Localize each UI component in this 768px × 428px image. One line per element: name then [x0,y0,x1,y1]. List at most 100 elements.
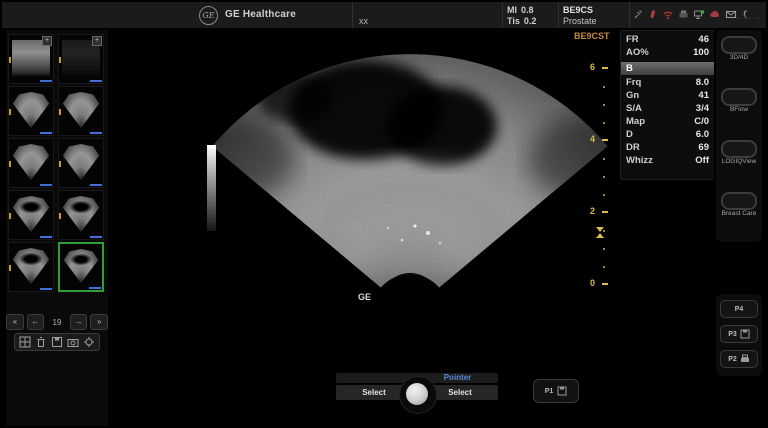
depth-tick [602,139,608,141]
printer-icon [740,354,750,364]
depth-minor-tick [603,86,605,88]
status-icon-bar [632,9,750,20]
3d4d-button[interactable] [721,36,757,54]
thumb-marker [9,109,11,115]
logiqview-label: LOGIQView [716,158,762,165]
ao-label: AO% [626,46,649,59]
focus-position-marker [596,227,604,238]
thumb-marker [9,213,11,219]
depth-tick [602,283,608,285]
trash-icon[interactable] [35,336,47,348]
thumb-progress-mark [90,184,102,186]
p4-key[interactable]: P4 [720,300,758,318]
param-row-fr: FR 46 [621,33,714,46]
thumbnail[interactable] [58,86,104,136]
thumbnail[interactable] [8,86,54,136]
thumbnail-grid: + + [8,34,106,292]
ge-logo-icon: GE [199,6,218,25]
anechoic-region [257,74,333,122]
probe-name[interactable]: BE9CS [563,5,597,16]
thumbnail[interactable] [8,242,54,292]
param-row: D 6.0 [621,128,714,141]
save-icon[interactable] [51,336,63,348]
depth-tick [602,211,608,213]
param-value: 8.0 [696,76,709,89]
thumb-marker [59,57,61,63]
clipboard-toolbar [14,333,100,351]
tis-value: 0.2 [524,16,537,27]
trackball[interactable] [399,376,437,414]
param-value: 3/4 [696,102,709,115]
last-page-button[interactable]: » [90,314,108,330]
focus-marker-bottom [596,233,604,238]
param-row: Frq 8.0 [621,76,714,89]
thumbnail-image [12,144,50,180]
param-value: C/0 [694,115,709,128]
ultrasound-console-screen: GE GE Healthcare xx MI0.8 Tis0.2 BE9CS P… [0,0,768,428]
logiqview-button[interactable] [721,140,757,158]
trackball-ball[interactable] [406,383,428,405]
bflow-button[interactable] [721,88,757,106]
thumbnail[interactable]: + [58,34,104,84]
param-row: S/A 3/4 [621,102,714,115]
patient-name-field[interactable]: xx [359,16,368,26]
first-page-button[interactable]: « [6,314,24,330]
p3-key[interactable]: P3 [720,325,758,343]
thumbnail-image [12,92,50,128]
probe-preset-block[interactable]: BE9CS Prostate [563,5,597,27]
3d4d-label: 3D/4D [716,54,762,61]
thumb-marker [9,57,11,63]
tis-label: Tis [507,16,520,27]
thumb-progress-mark [40,132,52,134]
thumbnail[interactable] [58,190,104,240]
depth-minor-tick [603,176,605,178]
fr-value: 46 [698,33,709,46]
thumbnail-image [62,144,100,180]
grayscale-bar [207,145,216,231]
thumbnail[interactable] [8,190,54,240]
param-label: Map [626,115,645,128]
thumb-marker [59,161,61,167]
p1-key[interactable]: P1 [533,379,579,403]
p4-label: P4 [735,306,744,313]
param-label: Gn [626,89,639,102]
plug-icon [632,9,643,20]
plus-badge-icon[interactable]: + [92,36,102,46]
mode-header-row[interactable]: B [621,62,714,75]
thumbnail[interactable] [58,138,104,188]
p2-key[interactable]: P2 [720,350,758,368]
depth-tick-label: 4 [582,134,595,144]
grid-icon[interactable] [19,336,31,348]
depth-minor-tick [603,194,605,196]
clipboard-sidebar: + + « ← 19 → » [6,30,108,426]
thumbnail[interactable] [8,138,54,188]
ultrasound-image[interactable]: GE [110,28,620,428]
param-row: Whizz Off [621,154,714,167]
topbar-divider [629,2,630,28]
camera-icon[interactable] [67,336,79,348]
thumb-progress-mark [90,132,102,134]
p3-label: P3 [728,331,737,338]
thumbnail-selected[interactable] [58,242,104,292]
exam-preset[interactable]: Prostate [563,16,597,27]
next-page-button[interactable]: → [70,314,88,330]
param-label: Frq [626,76,641,89]
depth-minor-tick [603,248,605,250]
topbar-divider [558,2,559,28]
thumbnail-image [12,248,50,284]
plus-badge-icon[interactable]: + [42,36,52,46]
breastcare-button[interactable] [721,192,757,210]
wifi-icon [662,9,674,20]
brand-title: GE Healthcare [225,9,296,20]
clipboard-pager: « ← 19 → » [6,314,108,330]
param-value: 41 [698,89,709,102]
network-icon [693,9,705,20]
thumb-marker [9,265,11,271]
thumbnail[interactable]: + [8,34,54,84]
mi-label: MI [507,5,517,16]
gear-icon[interactable] [83,336,95,348]
thumb-progress-mark [40,80,52,82]
prev-page-button[interactable]: ← [27,314,45,330]
thumb-progress-mark [40,236,52,238]
disk-icon [557,386,567,396]
